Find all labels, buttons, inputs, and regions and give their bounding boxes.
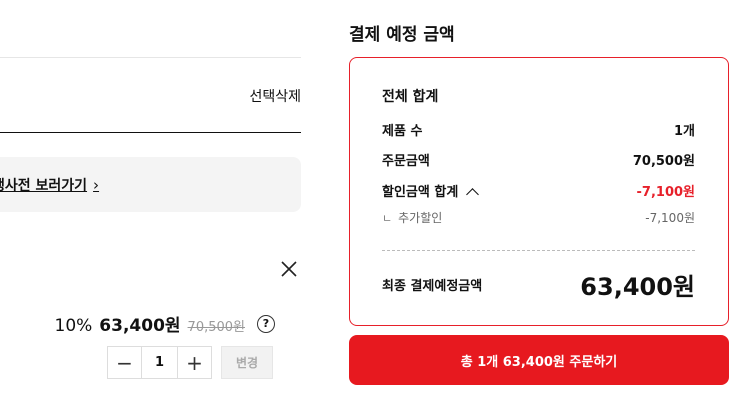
original-price: 70,500원 — [187, 320, 245, 335]
order-amount-label: 주문금액 — [382, 154, 430, 169]
discount-rate: 10% — [54, 316, 93, 336]
order-amount-value: 70,500원 — [632, 154, 695, 169]
final-label: 최종 결제예정금액 — [382, 279, 483, 294]
product-count-value: 1개 — [673, 124, 695, 139]
change-button[interactable]: 변경 — [221, 346, 273, 379]
sub-item-mark: ㄴ — [382, 212, 393, 225]
close-icon[interactable] — [278, 258, 300, 280]
divider — [0, 132, 301, 133]
cart-panel: 선택삭제 행사전 보러가기 › 10% 63,400원 70,500원 ? − 1… — [0, 0, 301, 418]
divider — [0, 57, 301, 58]
final-total-row: 최종 결제예정금액 63,400원 — [382, 267, 695, 302]
total-header: 전체 합계 — [382, 89, 439, 105]
chevron-right-icon: › — [93, 175, 100, 194]
final-value: 63,400원 — [580, 273, 695, 301]
help-icon[interactable]: ? — [257, 314, 275, 333]
event-banner: 행사전 보러가기 › — [0, 157, 301, 212]
select-delete-button[interactable]: 선택삭제 — [249, 86, 301, 106]
event-link-text: 행사전 보러가기 — [0, 177, 88, 194]
extra-discount-row: ㄴ 추가할인 -7,100원 — [382, 209, 695, 226]
price-row: 10% 63,400원 70,500원 ? — [54, 311, 275, 336]
discount-total-row: 할인금액 합계 -7,100원 — [382, 181, 695, 201]
product-count-label: 제품 수 — [382, 124, 423, 139]
dashed-divider — [382, 250, 695, 251]
decrease-button[interactable]: − — [108, 347, 141, 378]
discount-total-value: -7,100원 — [636, 185, 695, 200]
extra-discount-label: 추가할인 — [398, 211, 443, 225]
chevron-up-icon[interactable] — [466, 188, 480, 201]
summary-box: 전체 합계 제품 수 1개 주문금액 70,500원 할인금액 합계 -7,10… — [349, 57, 729, 326]
sale-price: 63,400원 — [99, 316, 181, 336]
summary-title: 결제 예정 금액 — [349, 25, 455, 45]
order-amount-row: 주문금액 70,500원 — [382, 150, 695, 169]
increase-button[interactable]: + — [178, 347, 211, 378]
quantity-value[interactable]: 1 — [141, 347, 178, 378]
order-button[interactable]: 총 1개 63,400원 주문하기 — [349, 335, 729, 385]
quantity-stepper: − 1 + — [107, 346, 212, 379]
discount-total-label: 할인금액 합계 — [382, 185, 459, 200]
extra-discount-value: -7,100원 — [645, 211, 695, 225]
event-link[interactable]: 행사전 보러가기 › — [0, 175, 99, 195]
product-count-row: 제품 수 1개 — [382, 120, 695, 139]
